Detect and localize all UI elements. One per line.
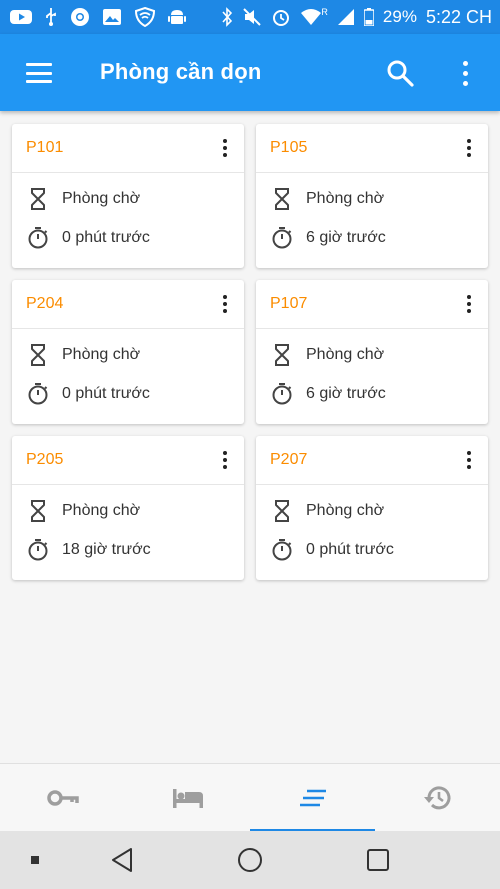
timer-icon [28, 383, 48, 405]
signal-icon [337, 9, 354, 25]
hourglass-icon [31, 188, 45, 210]
home-icon[interactable] [237, 847, 263, 873]
timer-icon [272, 227, 292, 249]
room-number: P101 [26, 139, 64, 156]
wifi-icon [301, 9, 322, 25]
room-card[interactable]: P107 Phòng chờ 6 giờ trước [256, 280, 488, 424]
room-card-header: P204 [12, 280, 244, 329]
hourglass-icon [275, 344, 289, 366]
hourglass-icon [31, 344, 45, 366]
room-elapsed-row: 0 phút trước [26, 225, 150, 251]
signal-badge: R [321, 7, 328, 17]
room-card[interactable]: P101 Phòng chờ 0 phút trước [12, 124, 244, 268]
room-elapsed-row: 18 giờ trước [26, 537, 151, 563]
room-card[interactable]: P207 Phòng chờ 0 phút trước [256, 436, 488, 580]
battery-percent: 29% [382, 7, 417, 26]
shield-icon [134, 7, 156, 27]
room-number: P205 [26, 451, 64, 468]
room-card[interactable]: P205 Phòng chờ 18 giờ trước [12, 436, 244, 580]
list-icon [299, 789, 326, 807]
system-nav-bar [0, 831, 500, 889]
tab-keys[interactable] [0, 764, 125, 832]
room-status-row: Phòng chờ [26, 186, 140, 212]
hourglass-icon [31, 500, 45, 522]
card-overflow-icon[interactable] [220, 138, 230, 158]
room-status: Phòng chờ [306, 502, 385, 519]
usb-icon [46, 8, 56, 26]
room-number: P107 [270, 295, 308, 312]
page-title: Phòng cần dọn [100, 59, 262, 84]
card-overflow-icon[interactable] [464, 450, 474, 470]
card-overflow-icon[interactable] [220, 450, 230, 470]
room-status: Phòng chờ [306, 346, 385, 363]
room-number: P207 [270, 451, 308, 468]
room-elapsed: 0 phút trước [62, 385, 150, 402]
history-icon [423, 786, 450, 810]
room-card-header: P205 [12, 436, 244, 485]
room-elapsed-row: 0 phút trước [26, 381, 150, 407]
timer-icon [272, 383, 292, 405]
mute-icon [243, 8, 262, 26]
room-grid: P101 Phòng chờ 0 phút trước P105 Phòng c… [12, 124, 488, 580]
room-status: Phòng chờ [62, 502, 141, 519]
hourglass-icon [275, 500, 289, 522]
room-status-row: Phòng chờ [270, 186, 384, 212]
bottom-nav [0, 763, 500, 832]
room-card[interactable]: P204 Phòng chờ 0 phút trước [12, 280, 244, 424]
room-elapsed-row: 0 phút trước [270, 537, 394, 563]
android-icon [168, 10, 186, 24]
tab-cleaning-list[interactable] [250, 764, 375, 832]
room-number: P105 [270, 139, 308, 156]
room-elapsed: 0 phút trước [62, 229, 150, 246]
timer-icon [28, 227, 48, 249]
card-overflow-icon[interactable] [220, 294, 230, 314]
room-card-header: P107 [256, 280, 488, 329]
room-status: Phòng chờ [62, 346, 141, 363]
menu-icon[interactable] [26, 60, 52, 86]
tab-history[interactable] [375, 764, 500, 832]
room-status: Phòng chờ [62, 190, 141, 207]
hourglass-icon [275, 188, 289, 210]
bed-icon [172, 789, 203, 808]
chrome-icon [71, 8, 89, 26]
room-status-row: Phòng chờ [270, 342, 384, 368]
timer-icon [272, 539, 292, 561]
room-number: P204 [26, 295, 64, 312]
room-card[interactable]: P105 Phòng chờ 6 giờ trước [256, 124, 488, 268]
battery-icon [363, 8, 374, 26]
room-card-header: P105 [256, 124, 488, 173]
room-card-header: P101 [12, 124, 244, 173]
recents-icon[interactable] [366, 848, 390, 872]
room-elapsed-row: 6 giờ trước [270, 381, 386, 407]
app-bar: Phòng cần dọn [0, 34, 500, 111]
alarm-icon [273, 10, 290, 26]
room-elapsed: 18 giờ trước [62, 541, 151, 558]
room-status-row: Phòng chờ [26, 498, 140, 524]
room-elapsed: 0 phút trước [306, 541, 394, 558]
search-icon[interactable] [385, 58, 415, 88]
back-icon[interactable] [110, 847, 134, 873]
room-status-row: Phòng chờ [270, 498, 384, 524]
room-card-header: P207 [256, 436, 488, 485]
dot-icon[interactable] [28, 853, 42, 867]
youtube-icon [10, 10, 32, 24]
bluetooth-icon [222, 7, 233, 27]
overflow-menu-icon[interactable] [455, 58, 475, 88]
card-overflow-icon[interactable] [464, 294, 474, 314]
clock: 5:22 CH [425, 6, 492, 27]
tab-rooms[interactable] [125, 764, 250, 832]
room-status: Phòng chờ [306, 190, 385, 207]
room-elapsed: 6 giờ trước [306, 229, 386, 246]
room-elapsed-row: 6 giờ trước [270, 225, 386, 251]
key-icon [46, 790, 79, 806]
card-overflow-icon[interactable] [464, 138, 474, 158]
room-elapsed: 6 giờ trước [306, 385, 386, 402]
timer-icon [28, 539, 48, 561]
status-bar: R 29% 5:22 CH [0, 0, 500, 34]
image-icon [103, 9, 121, 25]
room-status-row: Phòng chờ [26, 342, 140, 368]
